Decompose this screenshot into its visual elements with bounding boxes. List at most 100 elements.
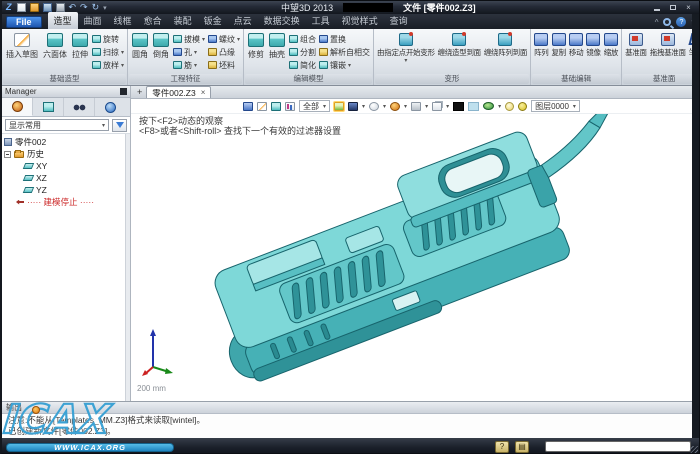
datum-plane-button[interactable]: 基准面 — [625, 32, 647, 58]
tab-assembly[interactable]: 装配 — [168, 12, 198, 29]
tree-stop-marker[interactable]: ····· 建模停止 ····· — [4, 196, 128, 208]
spin-view-icon[interactable] — [390, 102, 400, 111]
undo-icon[interactable]: ↶ — [69, 3, 77, 12]
move-button[interactable]: 移动 — [569, 32, 583, 58]
divide-button[interactable]: 分割 — [289, 46, 316, 58]
history-tab[interactable] — [2, 98, 33, 116]
minimize-button[interactable] — [650, 3, 663, 12]
morph-from-point-button[interactable]: 由指定点开始变形 ▾ — [377, 32, 435, 63]
hidden-line-icon[interactable] — [369, 102, 379, 111]
pattern-button[interactable]: 阵列 — [534, 32, 548, 58]
draft-button[interactable]: 拔模 ▾ — [173, 33, 205, 45]
save-file-icon[interactable] — [43, 3, 52, 12]
filter-funnel-button[interactable] — [112, 119, 127, 132]
tab-tools[interactable]: 工具 — [306, 12, 336, 29]
model-3d-view[interactable] — [131, 114, 697, 401]
tree-plane-xz[interactable]: XZ — [4, 172, 128, 184]
file-menu-button[interactable]: File — [6, 16, 42, 28]
resize-grip[interactable] — [690, 446, 698, 454]
thread-button[interactable]: 螺纹 ▾ — [208, 33, 240, 45]
tab-sheetmetal[interactable]: 钣金 — [198, 12, 228, 29]
session-tab[interactable] — [95, 98, 126, 116]
layer-color-icon[interactable] — [518, 102, 527, 111]
shell-button[interactable]: 抽壳 — [268, 32, 286, 61]
pick-feature-icon[interactable] — [285, 102, 295, 111]
scale-button[interactable]: 缩放 — [604, 32, 618, 58]
regen-icon[interactable]: ↻ — [92, 3, 100, 12]
edge-color-swatch[interactable] — [453, 102, 464, 111]
tree-plane-yz[interactable]: YZ — [4, 184, 128, 196]
tab-wireframe[interactable]: 线框 — [108, 12, 138, 29]
prompt-help-button[interactable]: ? — [495, 441, 509, 453]
manager-scrollbar[interactable] — [125, 134, 130, 401]
visibility-tab[interactable] — [64, 98, 95, 116]
tab-heal[interactable]: 愈合 — [138, 12, 168, 29]
collapse-node-icon[interactable] — [4, 151, 11, 158]
close-button[interactable]: × — [682, 3, 695, 12]
combine-button[interactable]: 组合 — [289, 33, 316, 45]
simplify-button[interactable]: 简化 — [289, 59, 316, 71]
tab-data-exchange[interactable]: 数据交换 — [258, 12, 306, 29]
filter-all-dropdown[interactable]: 全部 ▾ — [299, 100, 330, 112]
tree-root-part[interactable]: 零件002 — [4, 136, 128, 148]
wireframe-display-icon[interactable] — [348, 102, 358, 111]
zoom-dropdown-icon[interactable]: ▾ — [425, 103, 428, 110]
document-tab[interactable]: 零件002.Z3 × — [146, 86, 211, 98]
multi-view-icon[interactable] — [432, 102, 442, 111]
tree-plane-xy[interactable]: XY — [4, 160, 128, 172]
material-render-icon[interactable] — [483, 102, 494, 110]
tab-shape[interactable]: 造型 — [48, 12, 78, 29]
extrude-button[interactable]: 拉伸 — [71, 32, 89, 61]
light-bulb-icon[interactable] — [505, 102, 514, 111]
tab-visual-style[interactable]: 视觉样式 — [336, 12, 384, 29]
display-filter-select[interactable]: 显示常用 ▾ — [5, 119, 109, 131]
wrap-shape-to-face-button[interactable]: 缠绕造型到面 — [438, 32, 481, 58]
display-dropdown-icon[interactable]: ▾ — [362, 103, 365, 110]
model-canvas[interactable]: 按下<F2>动态的观察 <F8>或者<Shift-roll> 查找下一个有效的过… — [131, 114, 699, 401]
tab-pointcloud[interactable]: 点云 — [228, 12, 258, 29]
output-header[interactable]: 输出 — [2, 402, 699, 414]
sweep-button[interactable]: 扫掠 ▾ — [92, 46, 124, 58]
hidden-line-dropdown-icon[interactable]: ▾ — [383, 103, 386, 110]
new-file-icon[interactable] — [17, 3, 26, 12]
document-tab-close-icon[interactable]: × — [201, 88, 206, 97]
redo-icon[interactable]: ↷ — [80, 3, 88, 12]
shaded-display-icon[interactable] — [334, 102, 344, 111]
collapse-ribbon-icon[interactable]: ^ — [655, 18, 659, 27]
replace-button[interactable]: 置换 — [319, 33, 370, 45]
drag-datum-button[interactable]: 拖拽基准面 — [650, 32, 686, 58]
print-icon[interactable] — [56, 3, 65, 12]
hole-button[interactable]: 孔 ▾ — [173, 46, 205, 58]
maximize-button[interactable] — [666, 3, 679, 12]
tab-inquire[interactable]: 查询 — [384, 12, 414, 29]
panel-dock-button[interactable] — [120, 88, 127, 95]
tab-surface[interactable]: 曲面 — [78, 12, 108, 29]
zoom-extent-icon[interactable] — [411, 102, 421, 111]
fillet-button[interactable]: 圆角 — [131, 32, 149, 61]
new-document-tab-button[interactable]: + — [137, 87, 142, 98]
search-icon[interactable] — [663, 18, 671, 26]
box-button[interactable]: 六面体 — [42, 32, 68, 61]
layer-dropdown[interactable]: 图层0000 ▾ — [531, 100, 580, 112]
wrap-pattern-to-face-button[interactable]: 缠绕阵列到面 — [484, 32, 527, 58]
help-icon[interactable]: ? — [676, 17, 686, 27]
mirror-button[interactable]: 镜像 — [586, 32, 600, 58]
command-input[interactable] — [545, 441, 691, 452]
input-options-button[interactable]: ▤ — [515, 441, 529, 453]
pick-face-icon[interactable] — [271, 102, 281, 111]
loft-button[interactable]: 放样 ▾ — [92, 59, 124, 71]
lip-button[interactable]: 凸缘 — [208, 46, 240, 58]
revolve-button[interactable]: 旋转 — [92, 33, 124, 45]
chamfer-button[interactable]: 倒角 — [152, 32, 170, 61]
entity-filter-icon[interactable] — [243, 102, 253, 111]
sketch-edit-icon[interactable] — [257, 102, 267, 111]
copy-button[interactable]: 复制 — [551, 32, 565, 58]
multi-view-dropdown-icon[interactable]: ▾ — [446, 103, 449, 110]
tree-history-folder[interactable]: 历史 — [4, 148, 128, 160]
shape-tab[interactable] — [33, 98, 64, 116]
trim-button[interactable]: 修剪 — [247, 32, 265, 61]
open-file-icon[interactable] — [30, 3, 39, 12]
resolve-self-intersection-button[interactable]: 解析自相交 — [319, 46, 370, 58]
spin-dropdown-icon[interactable]: ▾ — [404, 103, 407, 110]
inlay-button[interactable]: 镶嵌 ▾ — [319, 59, 370, 71]
